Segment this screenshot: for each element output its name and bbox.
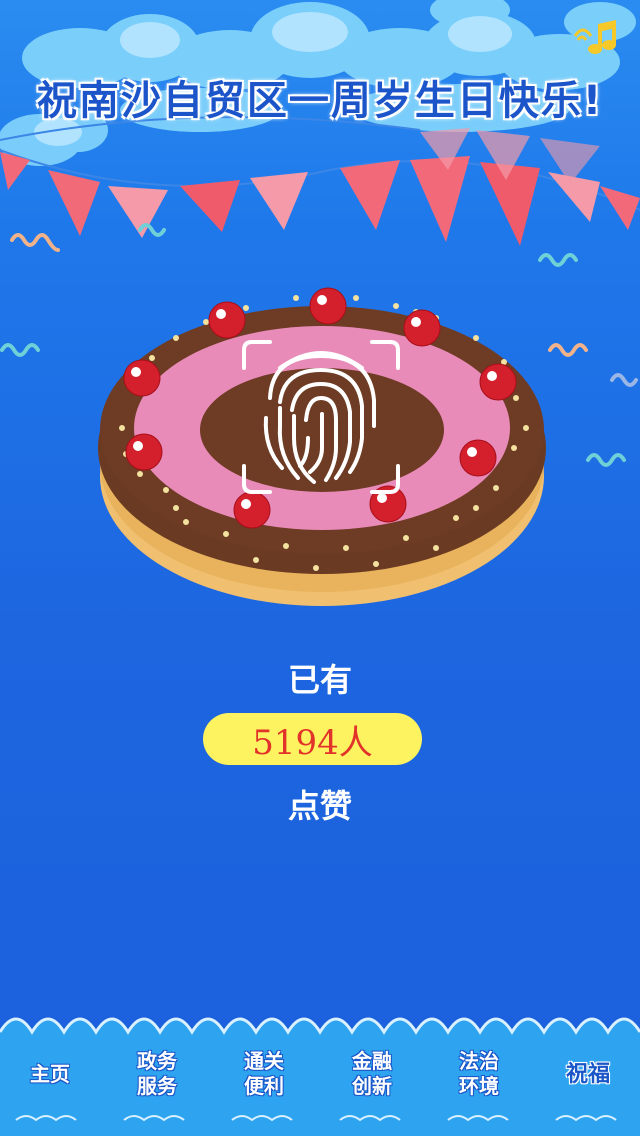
- like-count-value: 5194人: [252, 722, 373, 763]
- nav-item-home[interactable]: 主页: [4, 1044, 96, 1104]
- fingerprint-like-button[interactable]: [240, 338, 402, 496]
- nav-label-line1: 主页: [30, 1061, 70, 1086]
- count-prefix-label: 已有: [287, 661, 352, 699]
- music-note-icon: [573, 20, 616, 54]
- nav-item-financial-innovation[interactable]: 金融 创新: [326, 1044, 418, 1104]
- like-count-badge: 5194人: [203, 713, 422, 765]
- nav-label-line1: 法治: [459, 1049, 499, 1073]
- music-toggle-button[interactable]: [572, 18, 624, 58]
- nav-label-line1: 金融: [352, 1049, 392, 1073]
- count-suffix-label: 点赞: [287, 787, 352, 825]
- nav-item-customs-convenience[interactable]: 通关 便利: [218, 1044, 310, 1104]
- page-title: 祝南沙自贸区一周岁生日快乐!: [36, 78, 604, 124]
- nav-label-line1: 祝福: [565, 1061, 610, 1087]
- nav-label-line2: 创新: [352, 1074, 392, 1098]
- nav-label-line2: 服务: [137, 1074, 177, 1098]
- nav-item-government-services[interactable]: 政务 服务: [111, 1044, 203, 1104]
- nav-label-line2: 便利: [244, 1074, 284, 1098]
- nav-label-line1: 通关: [244, 1049, 284, 1073]
- nav-item-blessings[interactable]: 祝福: [542, 1044, 634, 1104]
- fingerprint-icon: [242, 340, 400, 494]
- nav-label-line1: 政务: [137, 1049, 177, 1073]
- page: 祝南沙自贸区一周岁生日快乐! 已有 5194人 点赞 主页 政务 服务 通关 便…: [0, 0, 640, 1136]
- nav-label-line2: 环境: [459, 1074, 499, 1098]
- nav-item-legal-environment[interactable]: 法治 环境: [433, 1044, 525, 1104]
